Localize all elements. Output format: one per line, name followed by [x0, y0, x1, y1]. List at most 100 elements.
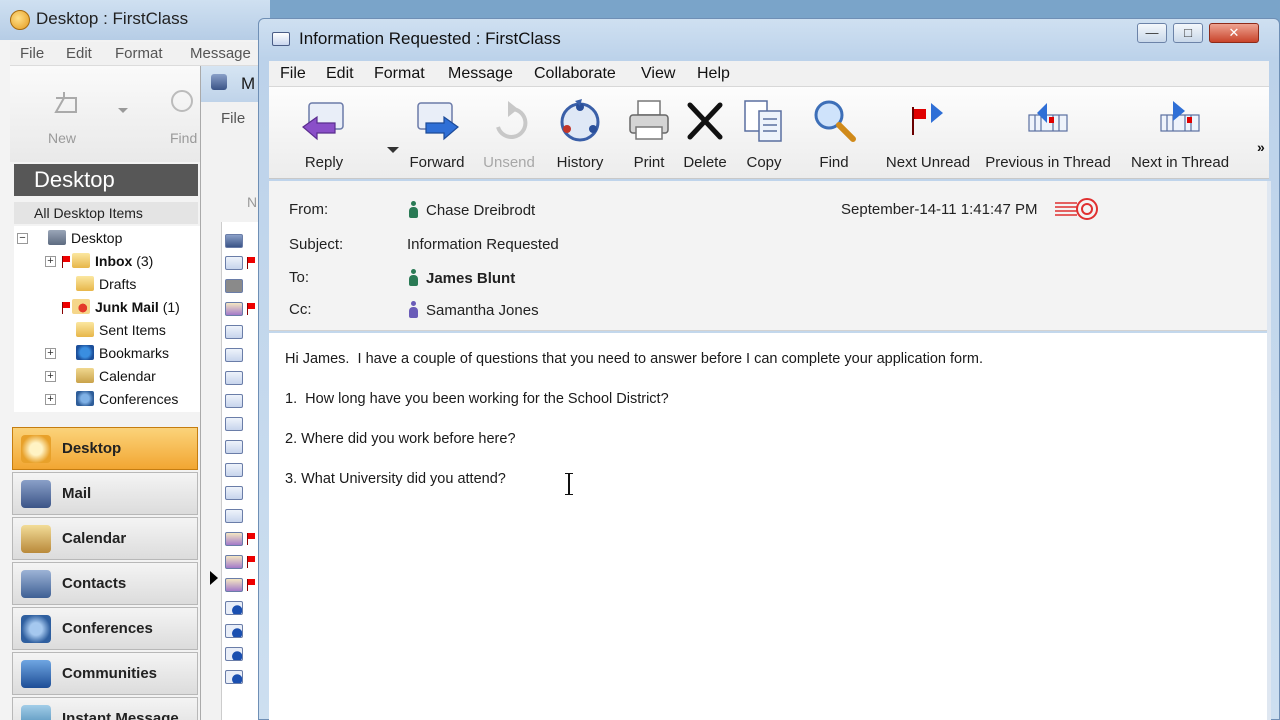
- message-envelope-icon[interactable]: [225, 325, 243, 339]
- desktop-section-header: Desktop: [14, 164, 198, 196]
- desktop-folder-icon: [48, 230, 66, 245]
- message-envelope-icon[interactable]: [225, 463, 243, 477]
- nav-calendar-button[interactable]: Calendar: [12, 517, 198, 560]
- from-label: From:: [289, 201, 329, 218]
- delete-x-icon: [687, 102, 723, 140]
- message-envelope-icon[interactable]: [225, 578, 243, 592]
- to-label: To:: [289, 269, 310, 286]
- menu-message[interactable]: Message: [448, 65, 513, 83]
- message-envelope-icon[interactable]: [225, 601, 243, 615]
- person-icon: [409, 301, 418, 318]
- menu-help[interactable]: Help: [697, 65, 730, 83]
- bg-new-label[interactable]: New: [48, 130, 76, 146]
- mail-nav-icon: [21, 480, 51, 508]
- menu-file[interactable]: File: [280, 65, 306, 83]
- next-in-thread-button[interactable]: Next in Thread: [1125, 91, 1235, 175]
- print-button[interactable]: Print: [624, 91, 674, 175]
- message-envelope-icon[interactable]: [225, 256, 243, 270]
- message-window-title: Information Requested : FirstClass: [299, 29, 561, 48]
- close-button[interactable]: ✕: [1209, 23, 1259, 43]
- tree-collapse-icon[interactable]: −: [17, 233, 28, 244]
- message-date: September-14-11 1:41:47 PM: [841, 201, 1038, 218]
- new-document-icon[interactable]: [50, 88, 84, 118]
- message-envelope-icon[interactable]: [225, 371, 243, 385]
- message-envelope-icon[interactable]: [225, 279, 243, 293]
- nav-desktop-button[interactable]: Desktop: [12, 427, 198, 470]
- list-header-icon: [225, 234, 243, 248]
- bg-menu-edit[interactable]: Edit: [66, 45, 92, 62]
- tree-expand-icon[interactable]: +: [45, 371, 56, 382]
- desktop-window-title: Desktop : FirstClass: [36, 9, 189, 28]
- message-envelope-icon[interactable]: [225, 555, 243, 569]
- all-desktop-items-label[interactable]: All Desktop Items: [14, 202, 198, 224]
- conferences-nav-icon: [21, 615, 51, 643]
- message-envelope-icon[interactable]: [225, 486, 243, 500]
- mail-window-icon: [211, 74, 227, 90]
- message-envelope-icon[interactable]: [225, 394, 243, 408]
- message-envelope-icon[interactable]: [225, 624, 243, 638]
- desktop-window-titlebar[interactable]: Desktop : FirstClass: [0, 0, 270, 40]
- delete-button[interactable]: Delete: [679, 91, 731, 175]
- forward-button[interactable]: Forward: [403, 91, 471, 175]
- menu-view[interactable]: View: [641, 65, 675, 83]
- tree-expand-icon[interactable]: +: [45, 348, 56, 359]
- history-button[interactable]: History: [544, 91, 616, 175]
- to-value[interactable]: James Blunt: [409, 269, 515, 287]
- bg-find-label[interactable]: Find: [170, 130, 197, 146]
- mail-list-titlebar[interactable]: M: [201, 66, 261, 102]
- message-header: From: Chase Dreibrodt September-14-11 1:…: [269, 181, 1267, 331]
- next-unread-button[interactable]: Next Unread: [883, 91, 973, 175]
- person-icon: [409, 269, 418, 286]
- nav-conferences-button[interactable]: Conferences: [12, 607, 198, 650]
- minimize-button[interactable]: —: [1137, 23, 1167, 43]
- message-envelope-icon[interactable]: [225, 509, 243, 523]
- message-body[interactable]: Hi James. I have a couple of questions t…: [269, 333, 1267, 720]
- bg-menu-file[interactable]: File: [20, 45, 44, 62]
- nav-contacts-button[interactable]: Contacts: [12, 562, 198, 605]
- message-envelope-icon[interactable]: [225, 647, 243, 661]
- window-right-edge: [1267, 181, 1271, 720]
- history-icon: [560, 99, 600, 142]
- unsend-button[interactable]: Unsend: [479, 91, 539, 175]
- calendar-nav-icon: [21, 525, 51, 553]
- red-flag-icon: [247, 257, 255, 269]
- subject-value[interactable]: Information Requested: [407, 236, 559, 253]
- reply-dropdown-caret-icon[interactable]: [387, 147, 399, 153]
- message-envelope-icon[interactable]: [225, 348, 243, 362]
- cc-value[interactable]: Samantha Jones: [409, 301, 539, 319]
- find-button[interactable]: Find: [809, 91, 859, 175]
- bg-menu-format[interactable]: Format: [115, 45, 163, 62]
- mail-menu-file[interactable]: File: [221, 110, 245, 127]
- tree-expand-icon[interactable]: +: [45, 394, 56, 405]
- message-envelope-icon[interactable]: [225, 532, 243, 546]
- bg-find-icon[interactable]: [162, 88, 196, 118]
- desktop-tree: − Desktop + Inbox (3) Drafts Junk Mail (…: [14, 226, 200, 412]
- tree-expand-icon[interactable]: +: [45, 256, 56, 267]
- nav-mail-button[interactable]: Mail: [12, 472, 198, 515]
- postmark-stamp-icon: [1055, 198, 1098, 220]
- copy-button[interactable]: Copy: [739, 91, 789, 175]
- desktop-menubar: File Edit Format Message: [10, 42, 270, 66]
- previous-in-thread-button[interactable]: Previous in Thread: [983, 91, 1113, 175]
- from-value[interactable]: Chase Dreibrodt: [409, 201, 535, 219]
- selected-row-pointer-icon: [210, 571, 218, 585]
- desktop-nav-icon: [21, 435, 51, 463]
- sent-folder-icon: [76, 322, 94, 337]
- message-envelope-icon[interactable]: [225, 417, 243, 431]
- message-envelope-icon[interactable]: [225, 440, 243, 454]
- reply-button[interactable]: Reply: [289, 91, 359, 175]
- maximize-button[interactable]: □: [1173, 23, 1203, 43]
- magnifier-icon: [814, 100, 856, 142]
- menu-format[interactable]: Format: [374, 65, 425, 83]
- menu-collaborate[interactable]: Collaborate: [534, 65, 616, 83]
- message-window-icon: [272, 32, 290, 46]
- bg-menu-message[interactable]: Message: [190, 45, 251, 62]
- message-envelope-icon[interactable]: [225, 670, 243, 684]
- message-envelope-icon[interactable]: [225, 302, 243, 316]
- menu-edit[interactable]: Edit: [326, 65, 354, 83]
- previous-thread-icon: [1028, 103, 1068, 132]
- toolbar-overflow-chevron-icon[interactable]: »: [1257, 139, 1265, 155]
- new-dropdown-caret[interactable]: [118, 108, 128, 113]
- nav-communities-button[interactable]: Communities: [12, 652, 198, 695]
- nav-instant-message-button[interactable]: Instant Message: [12, 697, 198, 720]
